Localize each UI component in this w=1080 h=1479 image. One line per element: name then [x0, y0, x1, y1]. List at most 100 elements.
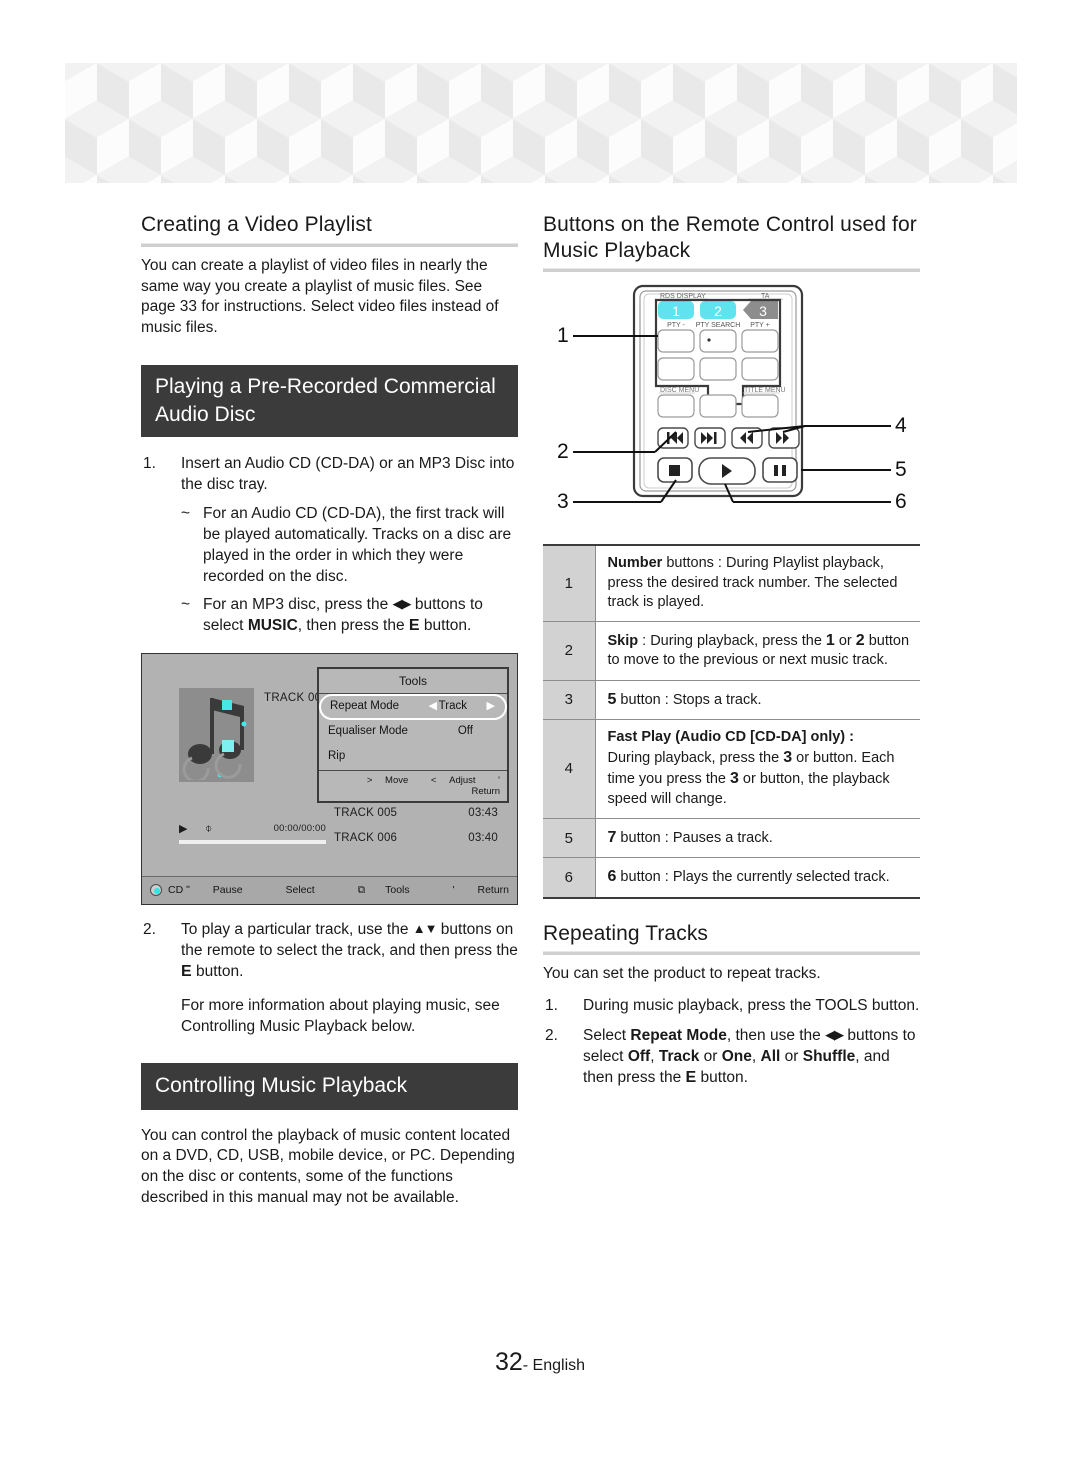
- table-row: 57 button : Pauses a track.: [543, 818, 920, 859]
- text-run: : During playback, press the: [638, 633, 826, 650]
- decorative-header-banner: [65, 63, 1017, 183]
- svg-text:PTY -: PTY -: [667, 322, 685, 329]
- text-run: Select: [583, 1027, 631, 1045]
- button-glyph: 3: [783, 749, 793, 767]
- up-down-arrows-icon: ▲▼: [412, 921, 438, 937]
- bold-term: Number: [607, 555, 663, 572]
- callout-5: 5: [895, 458, 907, 482]
- action-pause[interactable]: ʺ Pause: [166, 884, 242, 896]
- text-run: button : Stops a track.: [616, 691, 762, 708]
- page-separator: -: [522, 1357, 529, 1374]
- bold-term: Off: [627, 1048, 651, 1066]
- track-time: 03:43: [468, 807, 498, 820]
- text-run: button : Plays the currently selected tr…: [616, 869, 890, 886]
- left-column: Creating a Video Playlist You can create…: [141, 212, 518, 1219]
- tools-item-repeat-mode[interactable]: Repeat Mode ◀ Track ▶: [319, 694, 507, 721]
- dark-heading-playing-audio-disc: Playing a Pre-Recorded Commercial Audio …: [141, 365, 518, 437]
- text-run: or: [699, 1048, 722, 1066]
- step-item: 2. To play a particular track, use the ▲…: [141, 919, 518, 983]
- page-number: 32: [494, 1348, 523, 1376]
- tools-overlay-menu: Tools Repeat Mode ◀ Track ▶ Equaliser Mo…: [317, 667, 509, 804]
- step-text: Insert an Audio CD (CD-DA) or an MP3 Dis…: [181, 454, 515, 493]
- step-item: 1. During music playback, press the TOOL…: [543, 995, 920, 1016]
- svg-text:1: 1: [672, 303, 680, 319]
- bold-term: All: [760, 1048, 781, 1066]
- text-run: ,: [650, 1048, 659, 1066]
- tools-menu-title: Tools: [319, 669, 507, 695]
- table-row: 35 button : Stops a track.: [543, 680, 920, 720]
- bullet-text-pre: For an MP3 disc, press the: [203, 596, 393, 614]
- bullet-item: ~ For an Audio CD (CD-DA), the first tra…: [181, 503, 518, 587]
- step-item: 1. Insert an Audio CD (CD-DA) or an MP3 …: [141, 453, 518, 637]
- tools-item-label: Repeat Mode: [330, 700, 400, 713]
- table-row: 66 button : Plays the currently selected…: [543, 857, 920, 899]
- heading-creating-a-video-playlist: Creating a Video Playlist: [141, 213, 372, 236]
- table-row-description: 7 button : Pauses a track.: [594, 818, 920, 859]
- tools-item-rip[interactable]: Rip: [319, 745, 507, 770]
- track-name: TRACK 006: [334, 832, 398, 845]
- heading-rule: [543, 268, 920, 273]
- callout-1: 1: [557, 324, 569, 348]
- button-glyph: 2: [855, 632, 865, 650]
- remote-button-table: 1 Number buttons : During Playlist playba…: [543, 544, 920, 899]
- playback-time: 00:00/00:00: [273, 823, 326, 835]
- step-text-pre: To play a particular track, use the: [181, 921, 413, 939]
- bold-term: Track: [658, 1048, 700, 1066]
- heading-rule: [543, 951, 920, 956]
- bullet-marker: ~: [181, 596, 191, 614]
- enter-button-glyph: E: [181, 963, 192, 981]
- bold-term: Fast Play (Audio CD [CD-DA] only) :: [607, 728, 855, 745]
- track-row[interactable]: TRACK 006 03:40: [334, 832, 498, 857]
- cube-pattern: [65, 63, 1017, 183]
- bullet-text: For an Audio CD (CD-DA), the first track…: [203, 505, 512, 586]
- button-glyph: E: [685, 1069, 697, 1087]
- callout-6: 6: [895, 490, 907, 514]
- action-select[interactable]: Select: [266, 884, 315, 896]
- table-row: 4 Fast Play (Audio CD [CD-DA] only) : Duri…: [543, 719, 920, 820]
- table-row-index: 1: [543, 544, 595, 623]
- action-tools[interactable]: ⧉ Tools: [338, 884, 410, 896]
- step-1-bullets: ~ For an Audio CD (CD-DA), the first tra…: [181, 503, 518, 637]
- text-run: or: [780, 1048, 803, 1066]
- svg-text:PTY +: PTY +: [750, 322, 770, 329]
- tools-item-value: Track: [438, 700, 467, 713]
- repeat-icon: ⌽: [205, 821, 213, 836]
- left-right-arrows-icon: ◀▶: [392, 596, 412, 612]
- table-row-description: 5 button : Stops a track.: [594, 680, 920, 720]
- table-row-index: 2: [543, 621, 595, 681]
- table-row: 1 Number buttons : During Playlist playba…: [543, 544, 920, 623]
- left-right-arrows-icon: ◀▶: [825, 1027, 844, 1043]
- audio-disc-steps: 1. Insert an Audio CD (CD-DA) or an MP3 …: [141, 453, 518, 637]
- step-text-rich: Select Repeat Mode, then use the ◀▶ butt…: [583, 1027, 916, 1086]
- table-row-description: Skip : During playback, press the 1 or 2…: [594, 621, 920, 681]
- text-run: ,: [751, 1048, 761, 1066]
- track-time: 03:40: [468, 832, 498, 845]
- step-number: 2.: [143, 921, 156, 939]
- right-column: Buttons on the Remote Control used for M…: [543, 212, 920, 1098]
- tools-item-equaliser-mode[interactable]: Equaliser Mode Off: [319, 720, 507, 745]
- text-run: During playback, press the: [607, 750, 784, 767]
- tools-footer-move: > Move: [366, 775, 409, 787]
- track-name: TRACK 005: [334, 807, 398, 820]
- text-run: button.: [696, 1069, 748, 1087]
- play-icon: ▶: [179, 823, 188, 836]
- track-row[interactable]: TRACK 005 03:43: [334, 807, 498, 832]
- tools-item-label: Rip: [328, 750, 346, 763]
- remote-control-figure: RDS DISPLAY TA 1 2 3 PTY - PTY SEARCH PT…: [543, 282, 920, 532]
- svg-text:PTY SEARCH: PTY SEARCH: [696, 322, 741, 329]
- remote-control-diagram: RDS DISPLAY TA 1 2 3 PTY - PTY SEARCH PT…: [573, 285, 891, 504]
- bold-term: Shuffle: [802, 1048, 856, 1066]
- step-number: 2.: [545, 1027, 558, 1045]
- action-return[interactable]: ' Return: [433, 884, 509, 896]
- progress-bar[interactable]: [179, 840, 326, 845]
- right-arrow-icon[interactable]: ▶: [487, 699, 495, 712]
- left-arrow-icon[interactable]: ◀: [429, 699, 437, 712]
- text-run: or: [834, 633, 856, 650]
- table-row: 2 Skip : During playback, press the 1 or …: [543, 621, 920, 681]
- paragraph-controlling-music-playback: You can control the playback of music co…: [141, 1126, 515, 1207]
- screenshot-bottom-bar: CD ʺ Pause Select ⧉ Tools ' Return: [142, 876, 517, 905]
- paragraph-repeating-tracks: You can set the product to repeat tracks…: [543, 965, 821, 983]
- step-number: 1.: [143, 454, 156, 472]
- bullet-marker: ~: [181, 505, 191, 523]
- callout-2: 2: [557, 440, 569, 464]
